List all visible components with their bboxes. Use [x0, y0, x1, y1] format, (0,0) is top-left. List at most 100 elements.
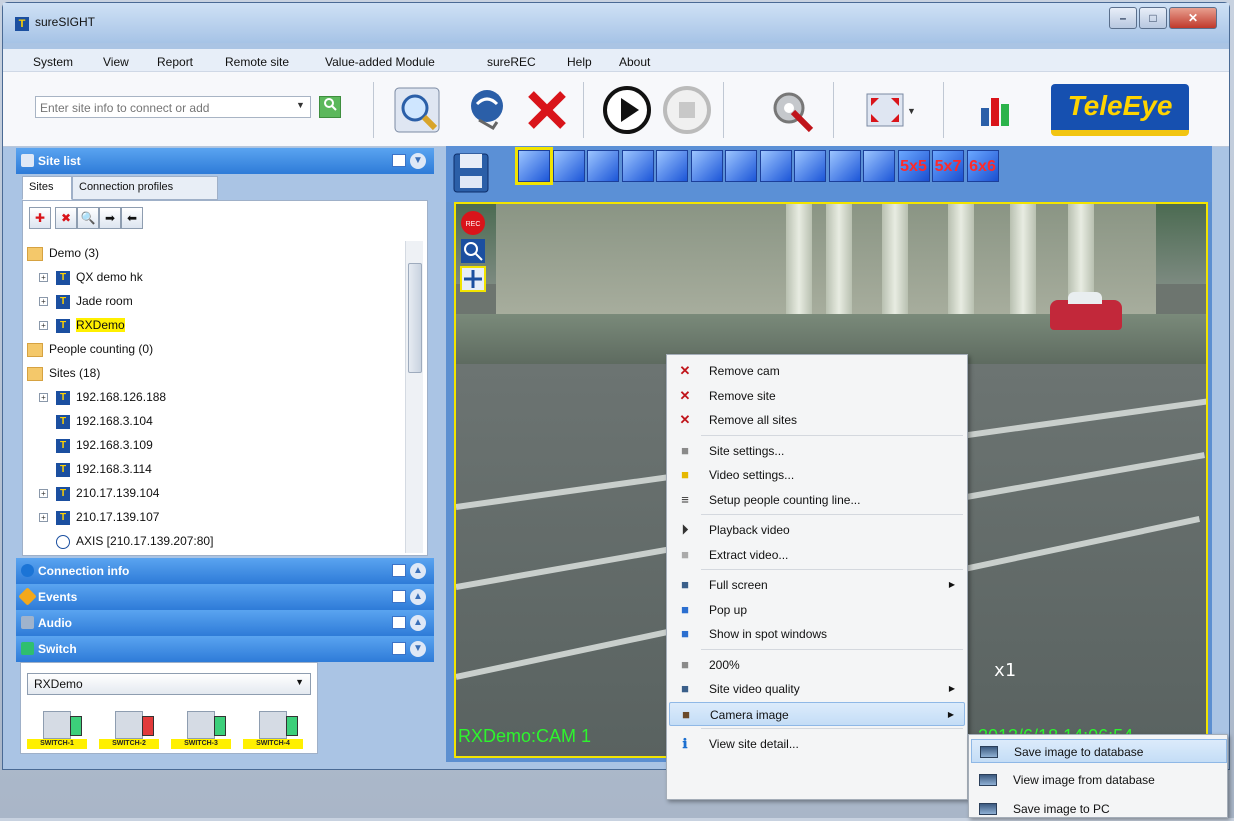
expand-toggle-icon[interactable]: + [39, 489, 48, 499]
tree-row[interactable]: T 192.168.3.109 [27, 433, 403, 457]
expand-toggle-icon[interactable]: + [39, 273, 48, 283]
panel-switch[interactable]: Switch ▼ [16, 636, 434, 662]
switch-button[interactable]: SWITCH-4 [241, 711, 305, 751]
fullscreen-icon[interactable]: ▼ [859, 82, 916, 138]
menu-item-setup-people-counting-line[interactable]: ≡ Setup people counting line... [669, 488, 965, 512]
expand-toggle-icon[interactable] [39, 417, 48, 426]
maximize-button[interactable]: □ [1139, 7, 1167, 29]
tree-row[interactable]: + T 210.17.139.104 [27, 481, 403, 505]
play-icon[interactable] [599, 82, 655, 138]
layout-1x1-button[interactable] [515, 147, 553, 185]
menu-system[interactable]: System [33, 55, 73, 69]
search-icon[interactable] [319, 96, 341, 118]
layout-4x4b-button[interactable] [759, 150, 792, 182]
chevron-down-icon[interactable]: ▼ [296, 100, 305, 110]
scrollbar-thumb[interactable] [408, 263, 422, 373]
find-icon[interactable] [389, 82, 445, 138]
tab-connection-profiles[interactable]: Connection profiles [72, 176, 218, 200]
tree-row[interactable]: People counting (0) [27, 337, 403, 361]
menu-item-video-settings[interactable]: ■ Video settings... [669, 463, 965, 487]
panel-connection-info[interactable]: Connection info ▲ [16, 558, 434, 584]
menu-about[interactable]: About [619, 55, 650, 69]
connect-icon[interactable] [459, 82, 515, 138]
ptz-icon[interactable] [460, 266, 486, 292]
layout-2x2-button[interactable] [552, 150, 585, 182]
tree-row[interactable]: + T 192.168.126.188 [27, 385, 403, 409]
tree-row[interactable]: + T 210.17.139.107 [27, 505, 403, 529]
menu-item-remove-cam[interactable]: ✕ Remove cam [669, 359, 965, 383]
add-site-icon[interactable]: ✚ [29, 207, 51, 229]
layout-5x5-button[interactable]: 5x5 [897, 150, 930, 182]
save-layout-icon[interactable] [452, 150, 490, 194]
rec-icon[interactable]: REC [460, 210, 486, 236]
layout-3x3a-button[interactable] [656, 150, 688, 182]
panel-events[interactable]: Events ▲ [16, 584, 434, 610]
tree-row[interactable]: + T QX demo hk [27, 265, 403, 289]
layout-4x4-button[interactable] [725, 150, 757, 182]
menu-item-site-settings[interactable]: ■ Site settings... [669, 439, 965, 463]
menu-value-added-module[interactable]: Value-added Module [325, 55, 435, 69]
menu-item-200[interactable]: ■ 200% [669, 653, 965, 677]
expand-toggle-icon[interactable] [39, 441, 48, 450]
report-icon[interactable] [967, 82, 1023, 138]
layout-1+12-button[interactable] [794, 150, 826, 182]
menu-item-remove-all-sites[interactable]: ✕ Remove all sites [669, 408, 965, 432]
stop-icon[interactable] [659, 82, 715, 138]
back-icon[interactable]: ⬅ [121, 207, 143, 229]
switch-button[interactable]: SWITCH-3 [169, 711, 233, 751]
expand-toggle-icon[interactable] [39, 537, 48, 546]
tree-row[interactable]: T 192.168.3.104 [27, 409, 403, 433]
expand-icon[interactable]: ▲ [410, 563, 426, 579]
expand-icon[interactable]: ▲ [410, 589, 426, 605]
tree-row[interactable]: + T Jade room [27, 289, 403, 313]
tree-row[interactable]: Demo (3) [27, 241, 403, 265]
expand-toggle-icon[interactable] [39, 465, 48, 474]
settings-icon[interactable] [763, 82, 819, 138]
tree-row[interactable]: T 192.168.3.114 [27, 457, 403, 481]
menu-item-show-in-spot-windows[interactable]: ■ Show in spot windows [669, 622, 965, 646]
menu-view[interactable]: View [103, 55, 129, 69]
menu-item-remove-site[interactable]: ✕ Remove site [669, 384, 965, 408]
close-button[interactable]: ✕ [1169, 7, 1217, 29]
switch-site-select[interactable]: RXDemo ▼ [27, 673, 311, 695]
menu-item-camera-image[interactable]: ■ Camera image ▶ [669, 701, 965, 726]
layout-1+7-button[interactable] [621, 150, 654, 182]
panel-float-icon[interactable] [392, 154, 406, 167]
tree-row[interactable]: Sites (18) [27, 361, 403, 385]
expand-toggle-icon[interactable]: + [39, 297, 48, 307]
menu-item-extract-video[interactable]: ■ Extract video... [669, 543, 965, 567]
panel-float-icon[interactable] [392, 642, 406, 655]
expand-toggle-icon[interactable]: + [39, 513, 48, 523]
disconnect-icon[interactable] [519, 82, 575, 138]
delete-site-icon[interactable]: ✖ [55, 207, 77, 229]
menu-item-pop-up[interactable]: ■ Pop up [669, 598, 965, 622]
layout-5x4-button[interactable] [828, 150, 861, 182]
submenu-item-save-image-to-database[interactable]: Save image to database [971, 739, 1227, 763]
collapse-icon[interactable]: ▼ [410, 641, 426, 657]
layout-5x7-button[interactable]: 5x7 [932, 150, 964, 182]
collapse-icon[interactable]: ▼ [410, 153, 426, 169]
zoom-icon[interactable] [460, 238, 486, 264]
layout-3x3b-button[interactable] [690, 150, 723, 182]
menu-item-playback-video[interactable]: ⏵ Playback video [669, 518, 965, 542]
tree-row[interactable]: AXIS [210.17.139.207:80] [27, 529, 403, 553]
layout-6x6-button[interactable]: 6x6 [966, 150, 999, 182]
expand-icon[interactable]: ▲ [410, 615, 426, 631]
tree-scrollbar[interactable] [405, 241, 423, 553]
tab-sites[interactable]: Sites [22, 176, 72, 200]
menu-help[interactable]: Help [567, 55, 592, 69]
layout-6x4-button[interactable] [863, 150, 895, 182]
layout-1+5-button[interactable] [587, 150, 619, 182]
submenu-item-save-image-to-pc[interactable]: Save image to PC [971, 797, 1227, 821]
expand-toggle-icon[interactable]: + [39, 321, 48, 331]
tree-row[interactable]: + T RXDemo [27, 313, 403, 337]
chevron-down-icon[interactable]: ▼ [295, 677, 304, 687]
search-input[interactable] [40, 101, 280, 115]
switch-button[interactable]: SWITCH-2 [97, 711, 161, 751]
site-search-field[interactable]: ▼ [35, 96, 311, 118]
switch-button[interactable]: SWITCH-1 [25, 711, 89, 751]
minimize-button[interactable]: – [1109, 7, 1137, 29]
panel-float-icon[interactable] [392, 564, 406, 577]
panel-float-icon[interactable] [392, 590, 406, 603]
menu-report[interactable]: Report [157, 55, 193, 69]
